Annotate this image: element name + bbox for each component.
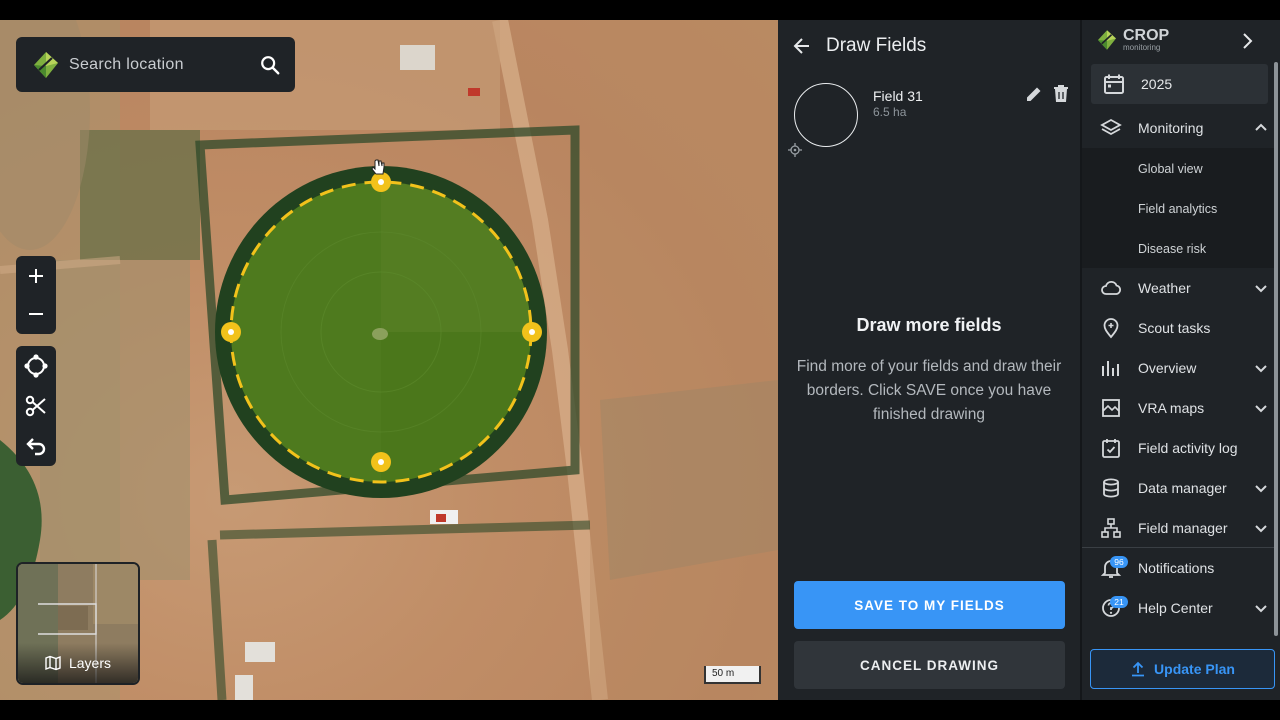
sidebar-scrollbar[interactable]: [1274, 62, 1278, 636]
zoom-out-icon: [29, 313, 43, 315]
cut-button[interactable]: [16, 386, 56, 426]
sidebar-item-notifications[interactable]: 96 Notifications: [1082, 548, 1274, 588]
database-icon: [1099, 476, 1123, 500]
field-area: 6.5 ha: [873, 105, 907, 119]
app-window: Search location Layers 50 m Draw Fields …: [0, 20, 1280, 700]
save-to-my-fields-button[interactable]: SAVE TO MY FIELDS: [794, 581, 1065, 629]
field-vertex-handle[interactable]: [221, 322, 241, 342]
season-year: 2025: [1141, 76, 1173, 92]
layers-icon: [1099, 116, 1123, 140]
sidebar-item-label: VRA maps: [1138, 400, 1205, 416]
sidebar-item-label: Weather: [1138, 280, 1191, 296]
map-icon: [45, 655, 61, 671]
search-input[interactable]: Search location: [69, 56, 259, 74]
sidebar-header: CROP monitoring: [1082, 20, 1280, 62]
chevron-down-icon: [1255, 525, 1267, 533]
field-vertex-handle[interactable]: [371, 172, 391, 192]
help-center-badge: 21: [1110, 596, 1128, 608]
undo-button[interactable]: [16, 426, 56, 466]
zoom-in-icon: [29, 269, 43, 283]
zoom-in-button[interactable]: [16, 256, 56, 296]
sidebar-item-data-manager[interactable]: Data manager: [1082, 468, 1274, 508]
map-scale-bar: 50 m: [704, 666, 761, 684]
chevron-down-icon: [1255, 405, 1267, 413]
calendar-check-icon: [1099, 436, 1123, 460]
sidebar-subitem-field-analytics[interactable]: Field analytics: [1138, 202, 1217, 216]
sidebar-subitem-global-view[interactable]: Global view: [1138, 162, 1203, 176]
cancel-drawing-button[interactable]: CANCEL DRAWING: [794, 641, 1065, 689]
update-plan-button[interactable]: Update Plan: [1090, 649, 1275, 689]
layers-label-row: Layers: [18, 643, 138, 683]
season-year-selector[interactable]: 2025: [1091, 64, 1268, 104]
chevron-down-icon: [1255, 485, 1267, 493]
monitoring-submenu: Global view Field analytics Disease risk: [1082, 148, 1274, 268]
brand[interactable]: CROP monitoring: [1095, 26, 1170, 52]
undo-icon: [26, 438, 46, 456]
cut-icon: [25, 395, 46, 417]
sidebar-item-scout-tasks[interactable]: Scout tasks: [1082, 308, 1274, 348]
sidebar-item-label: Overview: [1138, 360, 1197, 376]
update-plan-label: Update Plan: [1154, 661, 1235, 677]
zoom-controls: [16, 256, 56, 334]
sidebar-item-field-manager[interactable]: Field manager: [1082, 508, 1274, 548]
locate-field-icon[interactable]: [788, 143, 802, 157]
brand-name: CROP: [1123, 26, 1170, 44]
field-card[interactable]: Field 31 6.5 ha: [778, 80, 1080, 160]
field-shape-preview: [794, 83, 858, 147]
sidebar-item-label: Field activity log: [1138, 440, 1238, 456]
sidebar-item-label: Scout tasks: [1138, 320, 1211, 336]
sidebar-subitem-disease-risk[interactable]: Disease risk: [1138, 242, 1206, 256]
upload-icon: [1132, 661, 1145, 677]
layers-button[interactable]: Layers: [16, 562, 140, 685]
crop-monitoring-logo: [34, 51, 58, 78]
draw-fields-header: Draw Fields: [778, 20, 1080, 72]
delete-icon[interactable]: [1052, 84, 1070, 104]
chevron-down-icon: [1255, 605, 1267, 613]
edit-icon[interactable]: [1024, 84, 1044, 104]
sidebar-item-label: Monitoring: [1138, 120, 1204, 136]
sidebar-item-help-center[interactable]: 21 Help Center: [1082, 588, 1274, 628]
sidebar-item-label: Data manager: [1138, 480, 1227, 496]
sidebar-item-vra-maps[interactable]: VRA maps: [1082, 388, 1274, 428]
draw-polygon-icon: [24, 354, 48, 378]
sidebar-item-field-activity-log[interactable]: Field activity log: [1082, 428, 1274, 468]
page-title: Draw Fields: [826, 35, 927, 56]
chevron-down-icon: [1255, 365, 1267, 373]
sidebar-item-weather[interactable]: Weather: [1082, 268, 1274, 308]
draw-fields-panel: Draw Fields Field 31 6.5 ha Draw more fi…: [778, 20, 1080, 700]
sidebar-item-overview[interactable]: Overview: [1082, 348, 1274, 388]
map-pin-icon: [1099, 316, 1123, 340]
chevron-up-icon: [1255, 123, 1267, 131]
chevron-right-icon[interactable]: [1236, 30, 1258, 52]
info-text: Find more of your fields and draw their …: [796, 358, 1062, 423]
satellite-map[interactable]: Search location Layers 50 m: [0, 20, 778, 700]
search-icon[interactable]: [259, 54, 281, 76]
info-title: Draw more fields: [856, 315, 1002, 335]
notifications-badge: 96: [1110, 556, 1128, 568]
brand-subtitle: monitoring: [1123, 42, 1161, 52]
zoom-out-button[interactable]: [16, 294, 56, 334]
sidebar-item-label: Help Center: [1138, 600, 1213, 616]
draw-polygon-button[interactable]: [16, 346, 56, 386]
back-arrow-icon[interactable]: [792, 36, 812, 56]
drawing-tools: [16, 346, 56, 466]
crop-monitoring-logo: [1098, 30, 1116, 50]
main-sidebar: CROP monitoring 2025 Monitoring Global v…: [1080, 20, 1280, 700]
calendar-icon: [1104, 74, 1124, 94]
field-name: Field 31: [873, 88, 923, 104]
sidebar-item-label: Notifications: [1138, 560, 1215, 576]
vra-map-icon: [1099, 396, 1123, 420]
layers-label: Layers: [68, 655, 112, 671]
chevron-down-icon: [1255, 285, 1267, 293]
bar-chart-icon: [1099, 356, 1123, 380]
field-vertex-handle[interactable]: [371, 452, 391, 472]
sidebar-item-label: Field manager: [1138, 520, 1228, 536]
cloud-icon: [1099, 276, 1123, 300]
field-vertex-handle[interactable]: [522, 322, 542, 342]
sidebar-item-monitoring[interactable]: Monitoring: [1082, 108, 1274, 148]
hierarchy-icon: [1099, 516, 1123, 540]
search-box[interactable]: Search location: [16, 37, 295, 92]
